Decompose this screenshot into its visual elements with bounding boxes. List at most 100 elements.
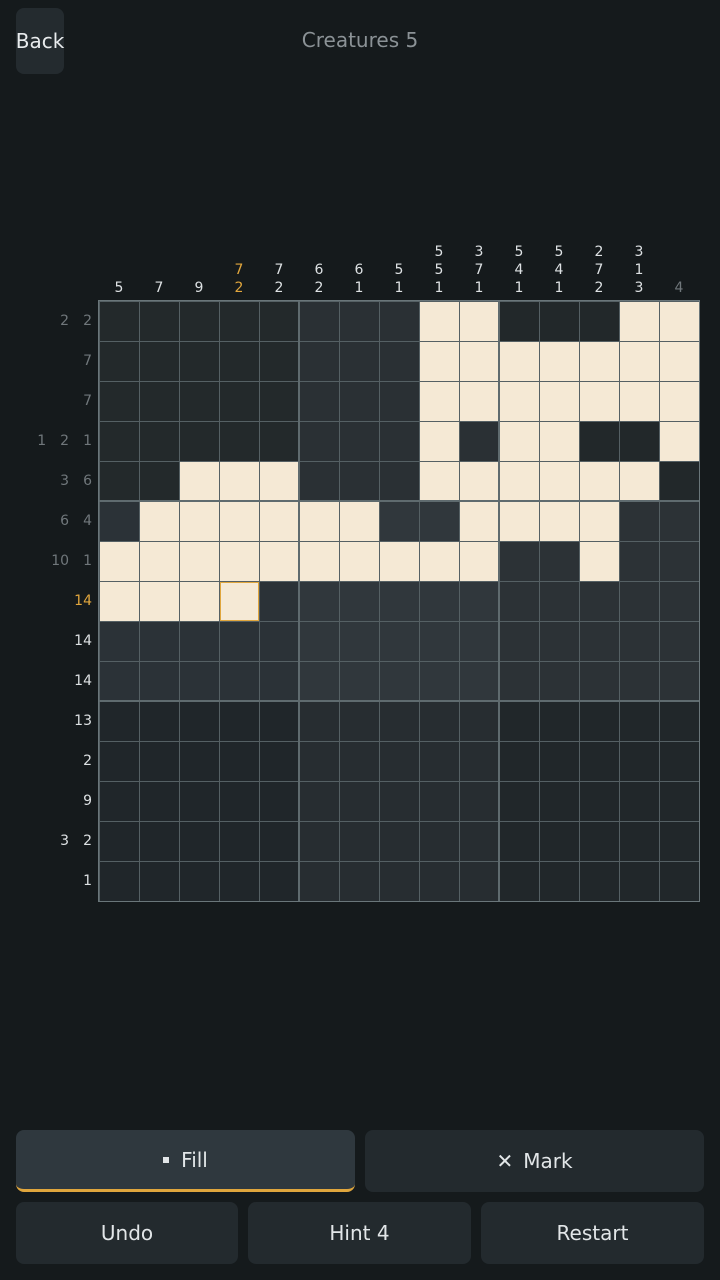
grid-cell[interactable] <box>379 461 419 501</box>
grid-cell[interactable] <box>339 781 379 821</box>
grid-cell[interactable] <box>179 461 219 501</box>
grid-cell[interactable] <box>99 741 139 781</box>
grid-cell[interactable] <box>619 541 659 581</box>
grid-cell[interactable] <box>139 781 179 821</box>
grid-cell[interactable] <box>659 301 699 341</box>
grid-cell[interactable] <box>219 341 259 381</box>
grid-cell[interactable] <box>459 501 499 541</box>
grid-cell[interactable] <box>379 381 419 421</box>
grid-cell[interactable] <box>259 621 299 661</box>
grid-cell[interactable] <box>179 501 219 541</box>
grid-cell[interactable] <box>299 861 339 901</box>
grid-cell[interactable] <box>419 501 459 541</box>
grid-cell[interactable] <box>339 701 379 741</box>
grid-cell[interactable] <box>139 381 179 421</box>
grid-cell[interactable] <box>99 461 139 501</box>
grid-cell[interactable] <box>379 301 419 341</box>
grid-cell[interactable] <box>539 781 579 821</box>
grid-cell[interactable] <box>539 461 579 501</box>
grid-cell[interactable] <box>659 501 699 541</box>
grid-cell[interactable] <box>379 581 419 621</box>
grid-cell[interactable] <box>299 581 339 621</box>
grid-cell[interactable] <box>579 381 619 421</box>
grid-cell[interactable] <box>379 821 419 861</box>
grid-cell[interactable] <box>179 861 219 901</box>
grid-cell[interactable] <box>299 341 339 381</box>
grid-cell[interactable] <box>419 861 459 901</box>
grid-cell[interactable] <box>539 661 579 701</box>
fill-mode-button[interactable]: Fill <box>16 1130 355 1192</box>
grid-cell[interactable] <box>139 341 179 381</box>
grid-cell[interactable] <box>579 461 619 501</box>
grid-cell[interactable] <box>539 381 579 421</box>
grid-cell[interactable] <box>99 421 139 461</box>
grid-cell[interactable] <box>339 301 379 341</box>
grid-cell[interactable] <box>339 861 379 901</box>
grid-cell[interactable] <box>379 341 419 381</box>
grid-cell[interactable] <box>219 661 259 701</box>
grid-cell[interactable] <box>499 541 539 581</box>
grid-cell[interactable] <box>139 741 179 781</box>
grid-cell[interactable] <box>619 621 659 661</box>
grid-cell[interactable] <box>219 621 259 661</box>
puzzle-grid[interactable] <box>99 301 699 901</box>
grid-cell[interactable] <box>419 661 459 701</box>
grid-cell[interactable] <box>459 381 499 421</box>
grid-cell[interactable] <box>419 341 459 381</box>
grid-cell[interactable] <box>99 541 139 581</box>
grid-cell[interactable] <box>499 861 539 901</box>
grid-cell[interactable] <box>619 781 659 821</box>
grid-cell[interactable] <box>299 381 339 421</box>
grid-cell[interactable] <box>459 861 499 901</box>
grid-cell[interactable] <box>99 581 139 621</box>
grid-cell[interactable] <box>259 661 299 701</box>
grid-cell[interactable] <box>179 581 219 621</box>
grid-cell[interactable] <box>539 421 579 461</box>
grid-cell[interactable] <box>259 701 299 741</box>
grid-cell[interactable] <box>379 421 419 461</box>
grid-cell[interactable] <box>499 701 539 741</box>
grid-cell[interactable] <box>299 541 339 581</box>
grid-cell[interactable] <box>179 301 219 341</box>
grid-cell[interactable] <box>259 861 299 901</box>
grid-cell[interactable] <box>539 741 579 781</box>
grid-cell[interactable] <box>379 621 419 661</box>
grid-cell[interactable] <box>219 781 259 821</box>
grid-cell[interactable] <box>219 861 259 901</box>
grid-cell[interactable] <box>139 461 179 501</box>
grid-cell[interactable] <box>339 621 379 661</box>
grid-cell[interactable] <box>99 661 139 701</box>
grid-cell[interactable] <box>659 341 699 381</box>
grid-cell[interactable] <box>99 861 139 901</box>
grid-cell[interactable] <box>619 421 659 461</box>
grid-cell[interactable] <box>259 541 299 581</box>
grid-cell[interactable] <box>339 341 379 381</box>
grid-cell[interactable] <box>139 421 179 461</box>
grid-cell[interactable] <box>259 501 299 541</box>
grid-cell[interactable] <box>179 661 219 701</box>
grid-cell[interactable] <box>219 741 259 781</box>
grid-cell[interactable] <box>499 501 539 541</box>
grid-cell[interactable] <box>219 381 259 421</box>
grid-cell[interactable] <box>139 821 179 861</box>
grid-cell[interactable] <box>219 701 259 741</box>
grid-cell[interactable] <box>579 621 619 661</box>
grid-cell[interactable] <box>99 621 139 661</box>
grid-cell[interactable] <box>259 341 299 381</box>
grid-cell[interactable] <box>579 781 619 821</box>
grid-cell[interactable] <box>539 581 579 621</box>
grid-cell[interactable] <box>619 661 659 701</box>
grid-cell[interactable] <box>579 301 619 341</box>
grid-cell[interactable] <box>659 381 699 421</box>
grid-cell[interactable] <box>299 661 339 701</box>
grid-cell[interactable] <box>619 581 659 621</box>
grid-cell[interactable] <box>619 701 659 741</box>
grid-cell[interactable] <box>659 661 699 701</box>
grid-cell[interactable] <box>299 301 339 341</box>
grid-cell[interactable] <box>139 661 179 701</box>
grid-cell[interactable] <box>419 581 459 621</box>
grid-cell[interactable] <box>419 701 459 741</box>
grid-cell[interactable] <box>139 301 179 341</box>
grid-cell[interactable] <box>299 501 339 541</box>
grid-cell[interactable] <box>379 701 419 741</box>
